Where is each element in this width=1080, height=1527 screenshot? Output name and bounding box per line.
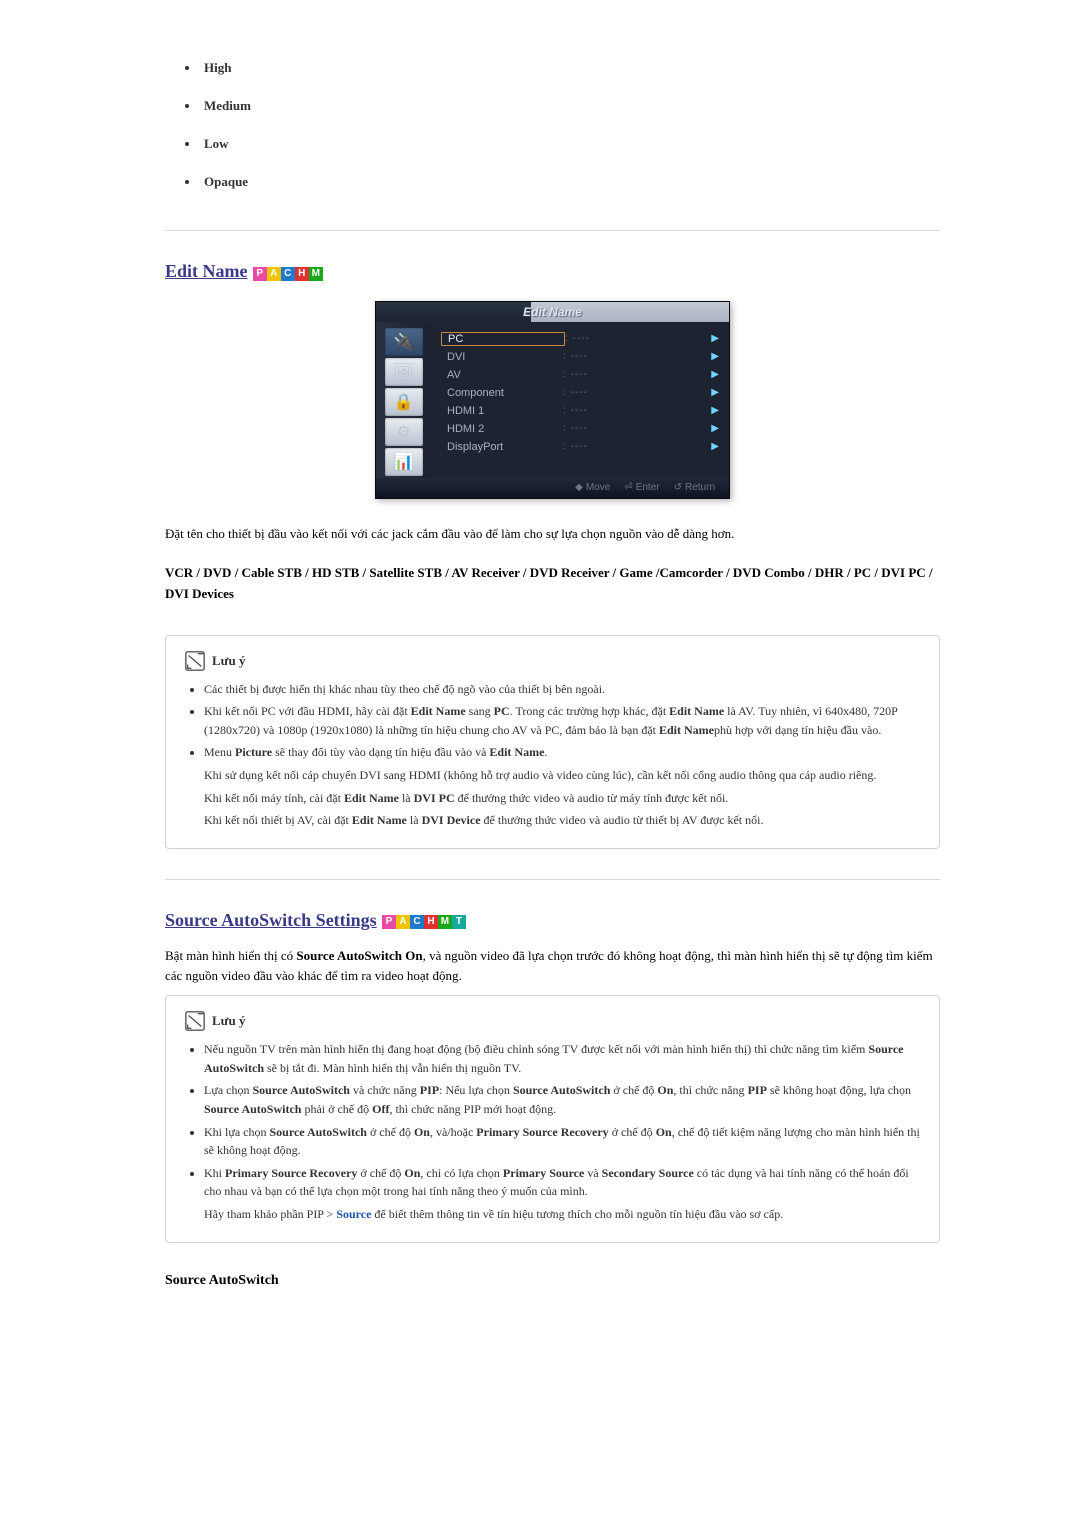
badge-m: M <box>438 915 452 929</box>
osd-titlebar: Edit Name <box>376 302 729 322</box>
badge-h: H <box>295 267 309 281</box>
osd-rows: PC : ---- ▶ DVI : ---- ▶ AV : ---- ▶ <box>431 322 729 478</box>
note-item-1: Các thiết bị được hiển thị khác nhau tùy… <box>204 680 921 699</box>
badge-a: A <box>267 267 281 281</box>
autoswitch-note-1: Nếu nguồn TV trên màn hình hiển thị đang… <box>204 1040 921 1077</box>
badge-c: C <box>281 267 295 281</box>
badge-a: A <box>396 915 410 929</box>
osd-sidebar: 🔌 🖼 🔒 ⚙ 📊 <box>376 322 431 478</box>
autoswitch-note-3: Khi lựa chọn Source AutoSwitch ở chế độ … <box>204 1123 921 1160</box>
osd-enter: ⏎ Enter <box>624 482 659 493</box>
source-autoswitch-subhead: Source AutoSwitch <box>165 1273 940 1289</box>
edit-name-heading: Edit Name PACHM <box>165 261 940 283</box>
divider <box>165 879 940 880</box>
note-title: Lưu ý <box>184 650 921 672</box>
chevron-right-icon: ▶ <box>705 387 719 398</box>
info-icon: 📊 <box>385 448 423 476</box>
badge-t: T <box>452 915 466 929</box>
osd-title: Edit Name <box>523 305 582 319</box>
note-icon <box>184 650 206 672</box>
badge-p: P <box>382 915 396 929</box>
option-high: High <box>200 60 940 76</box>
edit-name-note: Lưu ý Các thiết bị được hiển thị khác nh… <box>165 635 940 849</box>
badge-p: P <box>253 267 267 281</box>
autoswitch-intro: Bật màn hình hiển thị có Source AutoSwit… <box>165 946 940 985</box>
note-icon <box>184 1010 206 1032</box>
osd-return: ↺ Return <box>674 482 715 493</box>
option-opaque: Opaque <box>200 174 940 190</box>
device-type-list: VCR / DVD / Cable STB / HD STB / Satelli… <box>165 563 940 605</box>
osd-row-hdmi1[interactable]: HDMI 1 : ---- ▶ <box>441 402 719 420</box>
note-item-2: Khi kết nối PC với đầu HDMI, hãy cài đặt… <box>204 702 921 739</box>
osd-menu: Edit Name 🔌 🖼 🔒 ⚙ 📊 PC : ---- ▶ <box>375 301 730 499</box>
option-medium: Medium <box>200 98 940 114</box>
mode-badges: PACHM <box>253 264 323 281</box>
autoswitch-note: Lưu ý Nếu nguồn TV trên màn hình hiển th… <box>165 995 940 1242</box>
note-item-3: Menu Picture sẽ thay đổi tùy vào dạng tí… <box>204 743 921 829</box>
chevron-right-icon: ▶ <box>705 441 719 452</box>
source-icon: 🔌 <box>385 328 423 356</box>
divider <box>165 230 940 231</box>
chevron-right-icon: ▶ <box>705 405 719 416</box>
osd-row-av[interactable]: AV : ---- ▶ <box>441 366 719 384</box>
note-title: Lưu ý <box>184 1010 921 1032</box>
osd-row-displayport[interactable]: DisplayPort : ---- ▶ <box>441 438 719 456</box>
picture-icon: 🖼 <box>385 358 423 386</box>
osd-row-dvi[interactable]: DVI : ---- ▶ <box>441 348 719 366</box>
source-autoswitch-link[interactable]: Source AutoSwitch Settings <box>165 910 377 930</box>
osd-footer: ◆ Move ⏎ Enter ↺ Return <box>376 478 729 498</box>
osd-move: ◆ Move <box>575 482 610 493</box>
chevron-right-icon: ▶ <box>705 423 719 434</box>
edit-name-intro: Đặt tên cho thiết bị đầu vào kết nối với… <box>165 524 940 544</box>
badge-h: H <box>424 915 438 929</box>
transparency-options: High Medium Low Opaque <box>200 60 940 190</box>
edit-name-link[interactable]: Edit Name <box>165 261 248 281</box>
badge-m: M <box>309 267 323 281</box>
autoswitch-note-4: Khi Primary Source Recovery ở chế độ On,… <box>204 1164 921 1224</box>
osd-row-pc[interactable]: PC : ---- ▶ <box>441 330 719 348</box>
badge-c: C <box>410 915 424 929</box>
chevron-right-icon: ▶ <box>705 351 719 362</box>
autoswitch-note-2: Lựa chọn Source AutoSwitch và chức năng … <box>204 1081 921 1118</box>
settings-icon: ⚙ <box>385 418 423 446</box>
option-low: Low <box>200 136 940 152</box>
source-link[interactable]: Source <box>336 1207 371 1221</box>
osd-row-hdmi2[interactable]: HDMI 2 : ---- ▶ <box>441 420 719 438</box>
mode-badges: PACHMT <box>382 912 466 929</box>
osd-row-component[interactable]: Component : ---- ▶ <box>441 384 719 402</box>
lock-icon: 🔒 <box>385 388 423 416</box>
chevron-right-icon: ▶ <box>705 369 719 380</box>
source-autoswitch-heading: Source AutoSwitch Settings PACHMT <box>165 910 940 932</box>
chevron-right-icon: ▶ <box>705 333 719 344</box>
